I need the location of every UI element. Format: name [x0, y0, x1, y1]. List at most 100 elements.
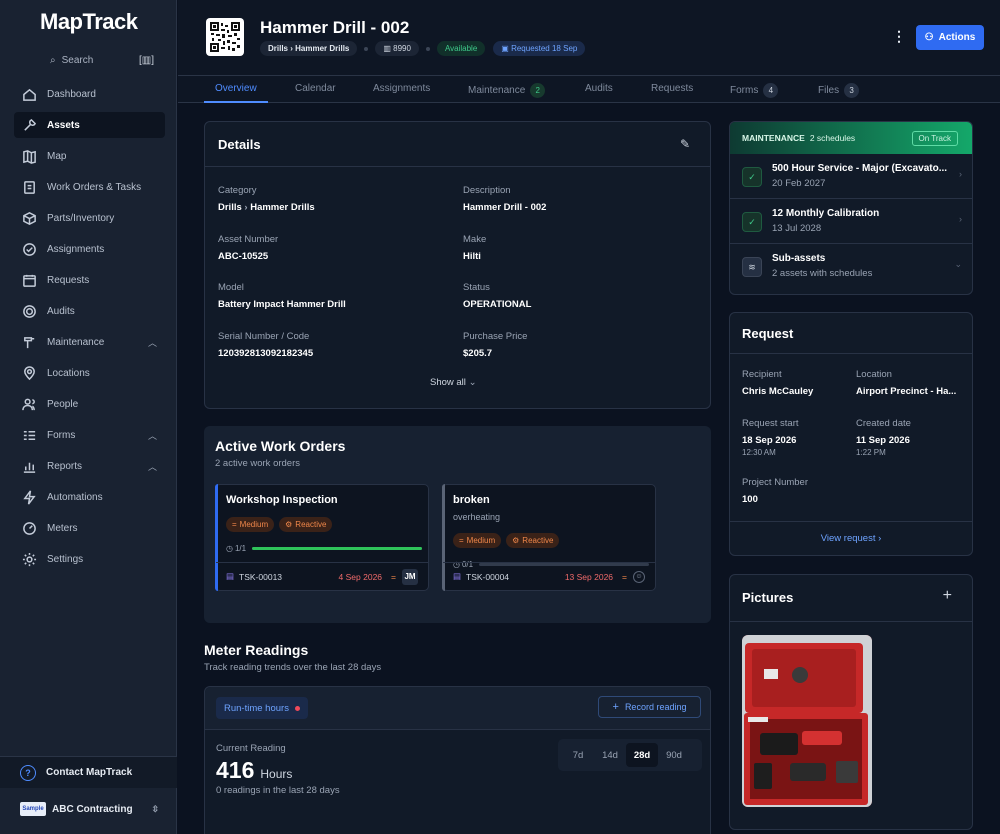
people-icon: [21, 396, 37, 412]
tab-forms[interactable]: Forms 4: [730, 83, 779, 98]
tab-overview[interactable]: Overview: [215, 83, 257, 94]
asset-tabs: Overview Calendar Assignments Maintenanc…: [178, 76, 1000, 103]
work-order-card[interactable]: Workshop Inspection = Medium ⚙ Reactive ◷ 1/…: [215, 484, 429, 591]
scan-icon[interactable]: [▥]: [139, 55, 154, 66]
tab-calendar[interactable]: Calendar: [295, 83, 336, 94]
project-number-field: Project Number 100: [742, 477, 808, 505]
maptrack-logo[interactable]: MapTrack: [40, 9, 138, 35]
sidebar-item-assets[interactable]: Assets: [14, 112, 165, 138]
sidebar-item-dashboard[interactable]: Dashboard: [14, 81, 165, 107]
assignee-avatar[interactable]: JM: [402, 568, 418, 585]
priority-icon: =: [622, 571, 627, 582]
barcode-icon: ▥: [383, 44, 394, 53]
chevron-up-icon[interactable]: ︿: [148, 429, 157, 442]
category-breadcrumb[interactable]: Drills › Hammer Drills: [260, 41, 358, 56]
sidebar-item-label: Automations: [47, 491, 103, 503]
chevron-right-icon: ›: [959, 169, 962, 179]
chevron-up-icon[interactable]: ︿: [148, 336, 157, 349]
qr-code-icon[interactable]: [206, 18, 244, 56]
meter-tab-runtime[interactable]: Run-time hours: [216, 697, 308, 719]
type-chip: ⚙ Reactive: [279, 517, 333, 532]
sub-assets-row[interactable]: ≋ Sub-assets 2 assets with schedules ⌄: [730, 244, 972, 289]
sidebar-item-requests[interactable]: Requests: [14, 267, 165, 293]
tab-badge: 2: [530, 83, 546, 98]
readings-note: 0 readings in the last 28 days: [216, 785, 340, 796]
sidebar-item-label: Assets: [47, 119, 80, 131]
org-switcher[interactable]: Sample ABC Contracting ⇳: [0, 792, 177, 826]
reactive-icon: ⚙: [285, 520, 293, 529]
tab-files[interactable]: Files 3: [818, 83, 860, 98]
chevron-up-icon[interactable]: ︿: [148, 460, 157, 473]
actions-button[interactable]: ⚇ Actions: [916, 25, 984, 50]
sidebar-item-forms[interactable]: Forms ︿: [14, 422, 165, 448]
breadcrumb-parent: Drills: [268, 44, 289, 53]
actions-label: Actions: [938, 32, 976, 43]
sidebar-item-people[interactable]: People: [14, 391, 165, 417]
sidebar-item-settings[interactable]: Settings: [14, 546, 165, 572]
details-card: Details ✎ Category Drills › Hammer Drills…: [204, 121, 711, 409]
show-all-label: Show all: [430, 377, 466, 388]
tab-label: Calendar: [295, 83, 336, 94]
asset-title: Hammer Drill - 002: [260, 18, 410, 37]
range-28d[interactable]: 28d: [626, 743, 658, 767]
record-reading-label: Record reading: [624, 702, 687, 712]
requested-badge[interactable]: ▣ Requested 18 Sep: [493, 41, 586, 56]
asset-code-badge[interactable]: ▥ 8990: [375, 41, 419, 56]
tab-maintenance[interactable]: Maintenance 2: [468, 83, 546, 98]
clock-icon: ◷: [226, 543, 233, 553]
edit-pencil-icon[interactable]: ✎: [680, 137, 690, 151]
sidebar-item-work-orders[interactable]: Work Orders & Tasks: [14, 174, 165, 200]
view-request-link[interactable]: View request ›: [730, 533, 972, 544]
work-order-card[interactable]: broken overheating = Medium ⚙ Reactive ◷ 0/1…: [442, 484, 656, 591]
record-reading-button[interactable]: + Record reading: [598, 696, 701, 718]
add-picture-icon[interactable]: +: [943, 587, 952, 605]
reactive-icon: ⚙: [512, 536, 520, 545]
sidebar-item-label: Meters: [47, 522, 78, 534]
progress-track: [252, 546, 422, 550]
contact-maptrack-button[interactable]: ? Contact MapTrack: [0, 756, 177, 788]
asset-photo[interactable]: [742, 635, 872, 807]
sidebar-item-audits[interactable]: Audits: [14, 298, 165, 324]
search-button[interactable]: ⌕ Search [▥]: [50, 52, 160, 68]
sidebar-item-parts[interactable]: Parts/Inventory: [14, 205, 165, 231]
field-time: 1:22 PM: [856, 448, 886, 457]
sidebar-item-locations[interactable]: Locations: [14, 360, 165, 386]
pictures-card: Pictures +: [729, 574, 973, 830]
model-field: Model Battery Impact Hammer Drill: [218, 282, 346, 310]
tab-requests[interactable]: Requests: [651, 83, 693, 94]
sidebar-item-map[interactable]: Map: [14, 143, 165, 169]
target-icon: [21, 303, 37, 319]
purchase-price-field: Purchase Price $205.7: [463, 331, 527, 359]
field-value: $205.7: [463, 348, 493, 359]
field-value: Drills › Hammer Drills: [218, 202, 315, 213]
sidebar-item-label: Map: [47, 150, 67, 162]
field-label: Project Number: [742, 477, 808, 488]
sidebar-item-assignments[interactable]: Assignments: [14, 236, 165, 262]
created-date-field: Created date 11 Sep 2026 1:22 PM: [856, 418, 911, 457]
box-icon: [21, 210, 37, 226]
sidebar-item-meters[interactable]: Meters: [14, 515, 165, 541]
sidebar-item-automations[interactable]: Automations: [14, 484, 165, 510]
more-options-icon[interactable]: ⋮: [892, 28, 906, 45]
schedule-row[interactable]: ✓ 12 Monthly Calibration 13 Jul 2028 ›: [730, 199, 972, 244]
check-circle-icon: ✓: [742, 212, 762, 232]
sidebar-item-label: Settings: [47, 553, 84, 565]
tab-assignments[interactable]: Assignments: [373, 83, 430, 94]
status-field: Status OPERATIONAL: [463, 282, 531, 310]
unassigned-avatar-icon[interactable]: ☺: [633, 570, 645, 583]
meter-tab-label: Run-time hours: [224, 702, 289, 714]
location-field: Location Airport Precinct - Ha...: [856, 369, 956, 397]
current-reading-label: Current Reading: [216, 743, 286, 754]
sidebar-item-maintenance[interactable]: Maintenance ︿: [14, 329, 165, 355]
range-14d[interactable]: 14d: [594, 743, 626, 767]
range-90d[interactable]: 90d: [658, 743, 690, 767]
tab-audits[interactable]: Audits: [585, 83, 613, 94]
sidebar-item-reports[interactable]: Reports ︿: [14, 453, 165, 479]
chevron-right-icon: ›: [959, 214, 962, 224]
org-logo: Sample: [20, 802, 46, 816]
sidebar-item-label: Parts/Inventory: [47, 212, 115, 224]
show-all-button[interactable]: Show all ⌄: [430, 377, 477, 388]
range-7d[interactable]: 7d: [562, 743, 594, 767]
schedule-row[interactable]: ✓ 500 Hour Service - Major (Excavato... 20…: [730, 154, 972, 199]
task-id: TSK-00013: [239, 571, 283, 582]
